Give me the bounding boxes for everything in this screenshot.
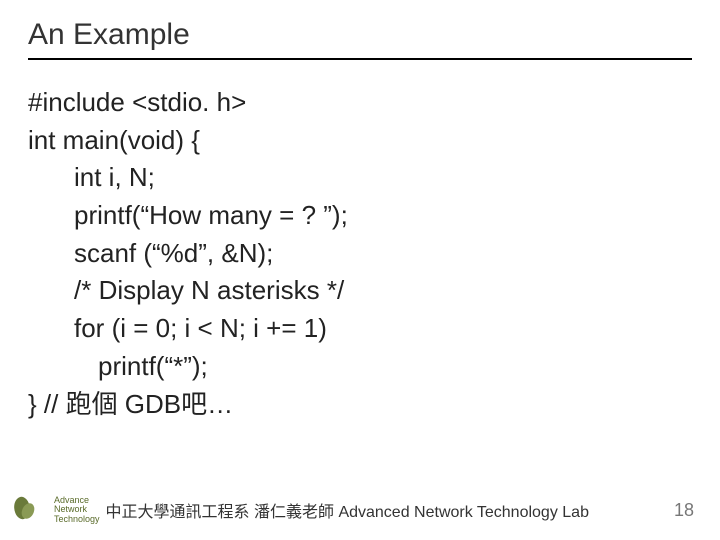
lab-logo-icon (12, 493, 52, 527)
code-line: printf(“*”); (28, 348, 720, 386)
code-block: #include <stdio. h> int main(void) { int… (0, 60, 720, 423)
code-line: } // 跑個 GDB吧… (28, 386, 720, 424)
code-line: int i, N; (28, 159, 720, 197)
slide: An Example #include <stdio. h> int main(… (0, 0, 720, 540)
code-line: #include <stdio. h> (28, 84, 720, 122)
code-line: for (i = 0; i < N; i += 1) (28, 310, 720, 348)
code-line: scanf (“%d”, &N); (28, 235, 720, 273)
footer-caption: 中正大學通訊工程系 潘仁義老師 Advanced Network Technol… (100, 498, 674, 522)
footer: Advance Network Technology 中正大學通訊工程系 潘仁義… (0, 490, 720, 530)
page-number: 18 (674, 500, 720, 521)
code-line: /* Display N asterisks */ (28, 272, 720, 310)
code-line: printf(“How many = ? ”); (28, 197, 720, 235)
code-line: int main(void) { (28, 122, 720, 160)
title-area: An Example (0, 0, 720, 52)
lab-logo-text: Advance Network Technology (54, 496, 100, 524)
slide-title: An Example (28, 18, 720, 52)
